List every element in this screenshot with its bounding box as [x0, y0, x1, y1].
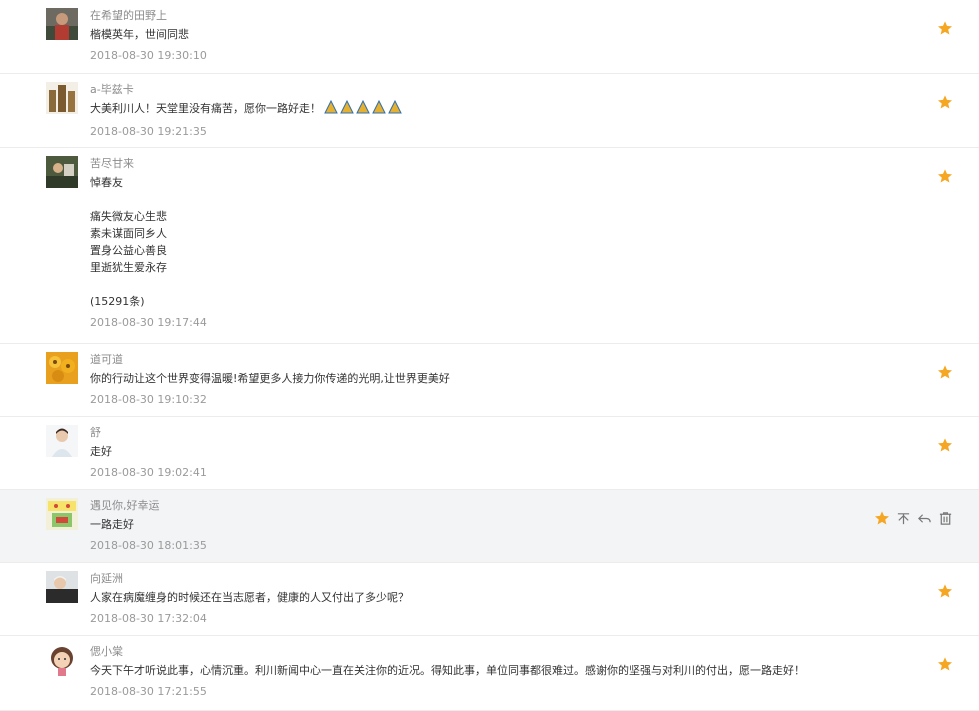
- star-icon[interactable]: [937, 20, 953, 36]
- comment-body: 遇见你,好幸运 一路走好 2018-08-30 18:01:35: [90, 498, 859, 554]
- comment-body: 向延洲 人家在病魔缠身的时候还在当志愿者，健康的人又付出了多少呢？ 2018-0…: [90, 571, 859, 627]
- comment-item: 遇见你,好幸运 一路走好 2018-08-30 18:01:35: [0, 490, 979, 563]
- comment-text: 走好: [90, 445, 112, 458]
- comment-actions: [937, 583, 953, 599]
- comment-author[interactable]: 偲小棠: [90, 644, 859, 660]
- comment-item: a-毕兹卡 大美利川人！天堂里没有痛苦，愿你一路好走！ 2018-08-30 1…: [0, 74, 979, 148]
- star-icon[interactable]: [937, 656, 953, 672]
- comment-time: 2018-08-30 17:32:04: [90, 612, 207, 625]
- avatar[interactable]: [46, 82, 78, 114]
- comment-item: 道可道 你的行动让这个世界变得温暖!希望更多人接力你传递的光明,让世界更美好 2…: [0, 344, 979, 417]
- comment-body: 苦尽甘来 悼春友 痛失微友心生悲 素未谋面同乡人 置身公益心善良 里逝犹生爱永存…: [90, 156, 859, 331]
- avatar[interactable]: [46, 644, 78, 676]
- avatar[interactable]: [46, 156, 78, 188]
- comment-text: 人家在病魔缠身的时候还在当志愿者，健康的人又付出了多少呢？: [90, 591, 409, 604]
- comment-item: 在希望的田野上 楷模英年，世间同悲 2018-08-30 19:30:10: [0, 0, 979, 74]
- comment-list: 在希望的田野上 楷模英年，世间同悲 2018-08-30 19:30:10 a-…: [0, 0, 979, 711]
- comment-text: 楷模英年，世间同悲: [90, 28, 189, 41]
- avatar[interactable]: [46, 425, 78, 457]
- comment-time: 2018-08-30 19:21:35: [90, 125, 207, 138]
- trash-icon[interactable]: [938, 511, 953, 526]
- comment-author[interactable]: 道可道: [90, 352, 859, 368]
- star-icon[interactable]: [937, 364, 953, 380]
- comment-body: 偲小棠 今天下午才听说此事，心情沉重。利川新闻中心一直在关注你的近况。得知此事，…: [90, 644, 859, 700]
- comment-actions: [937, 656, 953, 672]
- reply-icon[interactable]: [917, 511, 932, 526]
- avatar[interactable]: [46, 352, 78, 384]
- comment-body: 舒 走好 2018-08-30 19:02:41: [90, 425, 859, 481]
- comment-author[interactable]: a-毕兹卡: [90, 82, 859, 98]
- comment-actions: [937, 437, 953, 453]
- comment-item: 偲小棠 今天下午才听说此事，心情沉重。利川新闻中心一直在关注你的近况。得知此事，…: [0, 636, 979, 711]
- comment-body: 在希望的田野上 楷模英年，世间同悲 2018-08-30 19:30:10: [90, 8, 859, 64]
- comment-item: 苦尽甘来 悼春友 痛失微友心生悲 素未谋面同乡人 置身公益心善良 里逝犹生爱永存…: [0, 148, 979, 344]
- star-icon[interactable]: [937, 168, 953, 184]
- avatar[interactable]: [46, 8, 78, 40]
- star-icon[interactable]: [937, 94, 953, 110]
- comment-body: 道可道 你的行动让这个世界变得温暖!希望更多人接力你传递的光明,让世界更美好 2…: [90, 352, 859, 408]
- comment-text-content: 大美利川人！天堂里没有痛苦，愿你一路好走！: [90, 102, 321, 115]
- avatar[interactable]: [46, 571, 78, 603]
- comment-text: 今天下午才听说此事，心情沉重。利川新闻中心一直在关注你的近况。得知此事，单位同事…: [90, 664, 805, 677]
- comment-author[interactable]: 苦尽甘来: [90, 156, 859, 172]
- comment-body: a-毕兹卡 大美利川人！天堂里没有痛苦，愿你一路好走！ 2018-08-30 1…: [90, 82, 859, 140]
- star-icon[interactable]: [937, 437, 953, 453]
- comment-author[interactable]: 遇见你,好幸运: [90, 498, 859, 514]
- comment-actions: [937, 20, 953, 36]
- comment-time: 2018-08-30 19:17:44: [90, 316, 207, 329]
- comment-text: 悼春友 痛失微友心生悲 素未谋面同乡人 置身公益心善良 里逝犹生爱永存 (152…: [90, 176, 167, 308]
- comment-time: 2018-08-30 19:02:41: [90, 466, 207, 479]
- comment-author[interactable]: 舒: [90, 425, 859, 441]
- comment-time: 2018-08-30 18:01:35: [90, 539, 207, 552]
- comment-text: 一路走好: [90, 518, 134, 531]
- comment-actions: [874, 510, 953, 526]
- comment-item: 向延洲 人家在病魔缠身的时候还在当志愿者，健康的人又付出了多少呢？ 2018-0…: [0, 563, 979, 636]
- comment-actions: [937, 168, 953, 184]
- comment-time: 2018-08-30 19:10:32: [90, 393, 207, 406]
- praying-hands-emoji-icon: [323, 99, 405, 119]
- comment-time: 2018-08-30 19:30:10: [90, 49, 207, 62]
- comment-author[interactable]: 向延洲: [90, 571, 859, 587]
- avatar[interactable]: [46, 498, 78, 530]
- comment-author[interactable]: 在希望的田野上: [90, 8, 859, 24]
- comment-actions: [937, 94, 953, 110]
- comment-text: 你的行动让这个世界变得温暖!希望更多人接力你传递的光明,让世界更美好: [90, 372, 450, 385]
- comment-time: 2018-08-30 17:21:55: [90, 685, 207, 698]
- star-icon[interactable]: [937, 583, 953, 599]
- comment-item: 舒 走好 2018-08-30 19:02:41: [0, 417, 979, 490]
- star-icon[interactable]: [874, 510, 890, 526]
- thumbs-down-icon[interactable]: [896, 511, 911, 526]
- comment-actions: [937, 364, 953, 380]
- comment-text: 大美利川人！天堂里没有痛苦，愿你一路好走！: [90, 99, 859, 119]
